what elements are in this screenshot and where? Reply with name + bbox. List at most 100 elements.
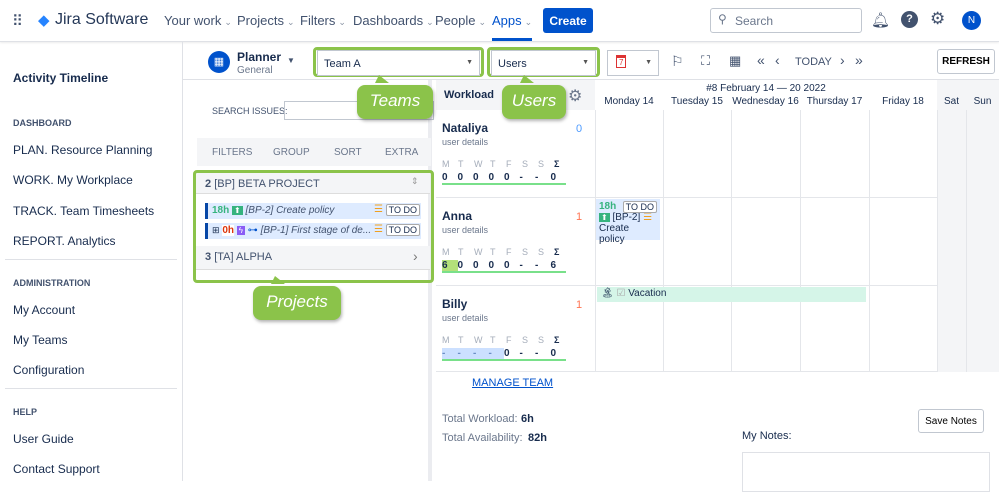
tab-filters[interactable]: FILTERS [212,147,252,158]
total-workload-label: Total Workload: [442,413,518,425]
nav-people[interactable]: People ⌄ [435,13,486,28]
sidebar: Activity Timeline DASHBOARD PLAN. Resour… [0,42,183,481]
day-column-divider [663,110,664,372]
sidebar-item-contact-support[interactable]: Contact Support [13,462,100,476]
app-switcher-icon[interactable]: ⠿ [12,12,23,30]
divider [5,388,177,389]
product-name[interactable]: Jira Software [55,11,148,29]
sidebar-item-my-workplace[interactable]: WORK. My Workplace [13,173,133,187]
day-column-divider [800,110,801,372]
weekday-labels: MTWTFSSΣ [442,335,560,345]
teams-callout: Teams [357,75,433,119]
day-header: Sun [973,96,992,107]
sidebar-item-my-teams[interactable]: My Teams [13,333,67,347]
nav-dashboards[interactable]: Dashboards ⌄ [353,13,434,28]
prev-month-icon[interactable]: « [757,52,765,68]
workload-values: 00000--0 [442,172,566,185]
next-week-icon[interactable]: › [840,52,845,68]
projects-highlight [193,170,434,283]
planner-calendar-icon: ▦ [208,51,230,73]
day-column-divider [966,110,967,372]
sidebar-item-my-account[interactable]: My Account [13,303,75,317]
day-header: Friday 18 [882,96,924,107]
weekend-shading [937,80,999,372]
user-name[interactable]: Anna [442,209,472,223]
total-workload-value: 6h [521,413,534,425]
nav-your-work[interactable]: Your work ⌄ [164,13,232,28]
save-notes-button[interactable]: Save Notes [918,409,984,433]
search-issues-label: SEARCH ISSUES: [212,106,288,116]
user-name[interactable]: Billy [442,297,467,311]
tab-group[interactable]: GROUP [273,147,310,158]
checkbox-icon: ☑ [616,288,626,299]
tab-extra[interactable]: EXTRA [385,147,418,158]
jira-logo-icon: ◆ [38,12,50,29]
user-details-link[interactable]: user details [442,225,488,235]
user-details-link[interactable]: user details [442,137,488,147]
flag-icon[interactable]: ⚐ [671,53,684,70]
day-header: Monday 14 [604,96,654,107]
users-select[interactable]: Users [491,50,596,76]
settings-icon[interactable]: ⚙ [930,9,945,29]
user-details-link[interactable]: user details [442,313,488,323]
day-column-divider [731,110,732,372]
nav-apps[interactable]: Apps ⌄ [492,13,533,41]
sidebar-heading-help: HELP [13,407,38,417]
day-header: Tuesday 15 [671,96,723,107]
day-column-divider [869,110,870,372]
date-picker[interactable]: 7 [607,50,659,76]
avatar[interactable]: N [962,11,981,30]
workload-settings-icon[interactable]: ⚙ [568,86,582,106]
sidebar-item-resource-planning[interactable]: PLAN. Resource Planning [13,143,152,157]
sidebar-item-team-timesheets[interactable]: TRACK. Team Timesheets [13,204,154,218]
nav-projects[interactable]: Projects ⌄ [237,13,295,28]
workload-values: 60000--6 [442,260,566,273]
calendar-icon[interactable]: ▦ [729,53,741,69]
day-header: Sat [943,96,959,107]
notes-label: My Notes: [742,430,792,442]
user-issue-count: 1 [576,299,583,311]
sidebar-heading-administration: ADMINISTRATION [13,278,91,288]
story-icon: ⬆ [599,213,610,222]
sidebar-item-user-guide[interactable]: User Guide [13,432,74,446]
next-month-icon[interactable]: » [855,52,863,68]
weekday-labels: MTWTFSSΣ [442,247,560,257]
tab-sort[interactable]: SORT [334,147,362,158]
planner-dropdown-icon[interactable]: ▼ [287,56,295,65]
user-issue-count: 0 [576,123,583,135]
vacation-event[interactable]: 🏝︎ ☑ Vacation [597,287,866,302]
top-nav: ⠿ ◆ Jira Software Your work ⌄ Projects ⌄ F… [0,0,999,42]
divider [5,259,177,260]
fullscreen-icon[interactable]: ⛶ [701,53,710,69]
workload-values: ----0--0 [442,348,566,361]
manage-team-link[interactable]: MANAGE TEAM [472,377,553,389]
notes-textarea[interactable] [742,452,990,492]
planner-subtitle: General [237,65,273,76]
sidebar-item-analytics[interactable]: REPORT. Analytics [13,234,115,248]
today-button[interactable]: TODAY [795,56,832,68]
total-availability-value: 82h [528,432,547,444]
search-icon: ⚲ [718,12,727,26]
day-header: Wednesday 16 [732,96,799,107]
calendar-event[interactable]: 18h TO DO ⬆ [BP-2] ☰ Create policy [596,199,660,245]
day-header: Thursday 17 [806,96,863,107]
search-input[interactable]: ⚲ Search [710,8,862,33]
notifications-icon[interactable]: 🔔︎ [871,11,890,29]
user-issue-count: 1 [576,211,583,223]
week-label: #8 February 14 — 20 2022 [706,83,826,94]
status-badge: TO DO [622,201,657,213]
help-icon[interactable]: ? [901,11,918,28]
users-callout: Users [502,75,566,119]
user-name[interactable]: Nataliya [442,121,488,135]
planner-title[interactable]: Planner [237,50,281,64]
priority-medium-icon: ☰ [643,212,653,223]
sidebar-heading-dashboard: DASHBOARD [13,118,72,128]
refresh-button[interactable]: REFRESH [937,49,995,74]
nav-filters[interactable]: Filters ⌄ [300,13,346,28]
create-button[interactable]: Create [543,8,593,33]
prev-week-icon[interactable]: ‹ [775,52,780,68]
day-column-divider [595,110,596,372]
sidebar-item-configuration[interactable]: Configuration [13,363,84,377]
workload-title: Workload [444,89,494,101]
team-select[interactable]: Team A [317,50,480,76]
